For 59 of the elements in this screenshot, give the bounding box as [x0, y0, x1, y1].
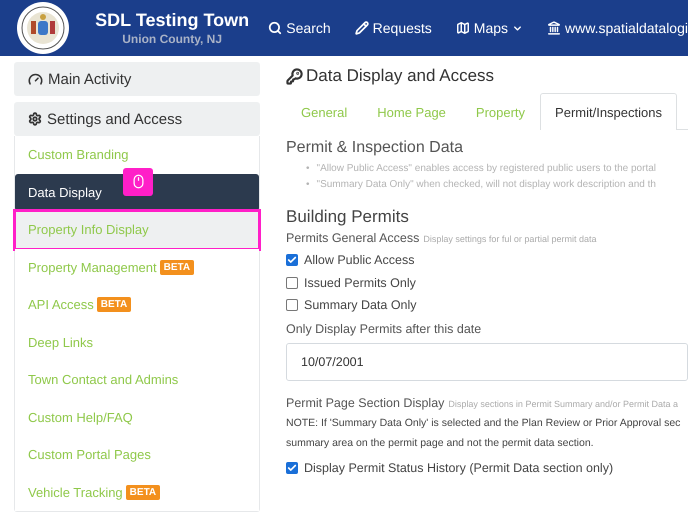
option-label: Allow Public Access	[304, 253, 414, 268]
item-label: Custom Portal Pages	[28, 447, 151, 462]
checkbox-option[interactable]: Issued Permits Only	[286, 272, 688, 294]
bullet-marker: •	[306, 178, 310, 192]
nav-link[interactable]: Maps	[456, 20, 524, 36]
bullet-marker: •	[306, 162, 310, 176]
town-title: SDL Testing Town	[95, 10, 250, 31]
seal-logo	[16, 1, 70, 55]
checkbox[interactable]	[286, 462, 298, 474]
mouse-icon	[130, 174, 146, 189]
key-icon	[286, 68, 303, 84]
checkbox[interactable]	[286, 299, 298, 312]
panel-title: Main Activity	[48, 70, 132, 88]
settings-panel-header[interactable]: Settings and Access	[14, 102, 260, 136]
beta-badge: BETA	[160, 260, 194, 275]
panel-title: Settings and Access	[47, 110, 182, 128]
pencil-icon	[354, 21, 369, 35]
item-label: Deep Links	[28, 334, 94, 350]
tab[interactable]: Permit/Inspections	[540, 93, 677, 130]
item-label: API Access	[28, 297, 94, 312]
beta-badge: BETA	[96, 297, 132, 312]
item-label: Town Contact and Admins	[28, 372, 178, 388]
main-activity-panel[interactable]: Main Activity	[14, 62, 260, 96]
item-label: Custom Branding	[28, 147, 128, 162]
checkbox-option[interactable]: Summary Data Only	[286, 294, 688, 316]
item-label: Property Management	[28, 260, 157, 275]
item-label: Custom Help/FAQ	[28, 410, 133, 425]
beta-badge: BETA	[126, 484, 160, 500]
checkbox-option[interactable]: Allow Public Access	[286, 249, 688, 272]
search-icon	[268, 21, 282, 35]
help-text: "Summary Data Only" when checked, will not display work description and th	[316, 178, 656, 192]
bank-icon	[547, 21, 562, 35]
hint-text: Display settings for ful or partial permit data	[423, 234, 596, 244]
nav-link[interactable]: Search	[268, 20, 331, 36]
option-label: Display Permit Status History (Permit Data section only)	[304, 460, 614, 475]
option-label: Summary Data Only	[304, 298, 417, 312]
checkbox-option[interactable]: Display Permit Status History (Permit Data section only)	[286, 456, 688, 479]
gear-icon	[28, 112, 42, 126]
help-text: "Allow Public Access" enables access by registered public users to the portal	[316, 162, 656, 176]
group-label: Permit Page Section Display	[286, 396, 444, 410]
map-icon	[456, 21, 470, 35]
item-label: Data Display	[28, 184, 102, 200]
item-label: Property Info Display	[28, 222, 149, 238]
checkbox[interactable]	[286, 254, 298, 266]
hint-text: Display sections in Permit Summary and/or Permit Data a	[448, 398, 678, 408]
county-subtitle: Union County, NJ	[122, 32, 222, 46]
section-heading: Building Permits	[286, 207, 410, 227]
nav-link[interactable]: Requests	[354, 20, 432, 36]
note-text: NOTE: If 'Summary Data Only' is selected and the Plan Review or Prior Approval sec summary area on the permit page and not the permit data section.	[286, 416, 682, 450]
nav-link[interactable]: www.spatialdatalogi	[547, 20, 688, 36]
section-heading: Permit & Inspection Data	[286, 139, 464, 157]
option-label: Issued Permits Only	[304, 276, 416, 290]
group-label: Permits General Access	[286, 231, 420, 245]
gauge-icon	[28, 72, 43, 86]
field-label: Only Display Permits after this date	[286, 322, 482, 336]
page-title: Data Display and Access	[306, 66, 494, 86]
date-field[interactable]: 10/07/2001	[286, 342, 688, 380]
checkbox[interactable]	[286, 276, 298, 289]
item-label: Vehicle Tracking	[28, 484, 123, 500]
